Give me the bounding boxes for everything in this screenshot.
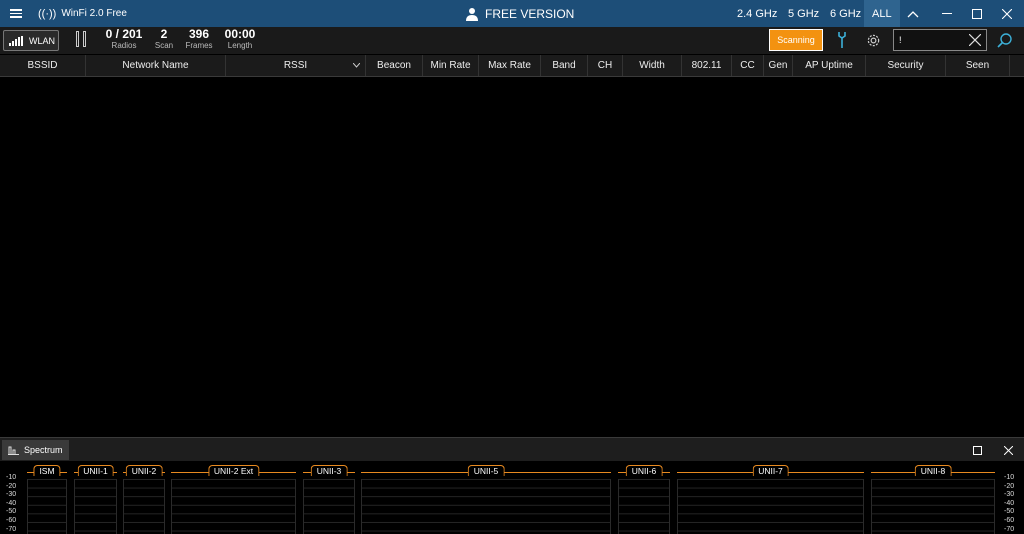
search-button[interactable] xyxy=(996,31,1014,49)
column-band[interactable]: Band xyxy=(541,55,588,76)
band-label: UNII-5 xyxy=(467,465,505,476)
spectrum-band-unii7: UNII-7 xyxy=(677,464,864,534)
collapse-button[interactable] xyxy=(898,0,928,27)
app-title: ((·)) WinFi 2.0 Free xyxy=(38,0,127,27)
maximize-icon xyxy=(972,445,982,455)
band-label: UNII-3 xyxy=(310,465,348,476)
column-width[interactable]: Width xyxy=(623,55,682,76)
spectrum-panel-header: Spectrum xyxy=(0,437,1024,461)
wifi-broadcast-icon: ((·)) xyxy=(38,7,57,20)
column-security[interactable]: Security xyxy=(866,55,946,76)
gear-icon xyxy=(867,34,879,46)
close-button[interactable] xyxy=(992,0,1022,27)
signal-bars-icon xyxy=(9,35,24,46)
band-label: UNII-7 xyxy=(752,465,789,476)
spectrum-tab[interactable]: Spectrum xyxy=(2,440,69,460)
network-table-header: BSSID Network Name RSSI Beacon Min Rate … xyxy=(0,55,1024,77)
settings-button[interactable] xyxy=(864,30,882,50)
spectrum-maximize-button[interactable] xyxy=(964,438,990,462)
band-label: UNII-8 xyxy=(914,465,952,476)
stat-radios: 0 / 201 Radios xyxy=(105,27,143,51)
free-version-label[interactable]: FREE VERSION xyxy=(465,0,574,27)
clear-search-button[interactable] xyxy=(966,31,984,49)
pause-icon[interactable] xyxy=(76,31,86,47)
close-icon xyxy=(1003,445,1013,455)
close-icon xyxy=(1002,8,1012,19)
band-label: UNII-1 xyxy=(77,465,114,476)
band-label: UNII-2 xyxy=(125,465,163,476)
band-filter-all[interactable]: ALL xyxy=(864,0,900,27)
minimize-button[interactable] xyxy=(932,0,962,27)
column-seen[interactable]: Seen xyxy=(946,55,1010,76)
column-network-name[interactable]: Network Name xyxy=(86,55,226,76)
search-icon xyxy=(997,33,1012,48)
column-gen[interactable]: Gen xyxy=(764,55,793,76)
band-label: ISM xyxy=(33,465,61,476)
hamburger-icon xyxy=(10,7,22,20)
user-icon xyxy=(466,7,478,21)
column-channel[interactable]: CH xyxy=(588,55,623,76)
title-bar: ((·)) WinFi 2.0 Free FREE VERSION 2.4 GH… xyxy=(0,0,1024,27)
wlan-adapter-button[interactable]: WLAN xyxy=(3,30,59,51)
spectrum-band-unii2: UNII-2 xyxy=(123,464,165,534)
scanning-button[interactable]: Scanning xyxy=(769,29,823,51)
network-table-body xyxy=(0,77,1024,437)
column-80211[interactable]: 802.11 xyxy=(682,55,732,76)
minimize-icon xyxy=(942,12,952,14)
column-rssi[interactable]: RSSI xyxy=(226,55,366,76)
menu-button[interactable] xyxy=(0,0,32,27)
maximize-button[interactable] xyxy=(962,0,992,27)
spectrum-icon xyxy=(8,446,19,455)
band-filter-5ghz[interactable]: 5 GHz xyxy=(788,0,819,27)
spectrum-band-unii6: UNII-6 xyxy=(618,464,670,534)
band-filter-6ghz[interactable]: 6 GHz xyxy=(830,0,861,27)
wrench-icon xyxy=(838,32,846,48)
clear-icon xyxy=(969,34,981,46)
tools-button[interactable] xyxy=(834,30,850,50)
band-filter-24ghz[interactable]: 2.4 GHz xyxy=(737,0,777,27)
band-label: UNII-2 Ext xyxy=(207,465,260,476)
spectrum-y-axis-right: -10 -20 -30 -40 -50 -60 -70 xyxy=(1004,474,1015,533)
stat-length: 00:00 Length xyxy=(224,27,256,51)
sort-descending-icon xyxy=(353,63,360,68)
spectrum-band-ism: ISM xyxy=(27,464,67,534)
chevron-up-icon xyxy=(907,10,919,17)
maximize-icon xyxy=(972,8,982,19)
spectrum-band-unii8: UNII-8 xyxy=(871,464,995,534)
stat-scan: 2 Scan xyxy=(154,27,174,51)
spectrum-band-unii5: UNII-5 xyxy=(361,464,611,534)
spectrum-y-axis-left: -10 -20 -30 -40 -50 -60 -70 xyxy=(6,474,17,533)
column-ap-uptime[interactable]: AP Uptime xyxy=(793,55,866,76)
band-label: UNII-6 xyxy=(625,465,663,476)
column-max-rate[interactable]: Max Rate xyxy=(479,55,541,76)
stat-frames: 396 Frames xyxy=(185,27,213,51)
spectrum-band-unii3: UNII-3 xyxy=(303,464,355,534)
spectrum-band-unii2-ext: UNII-2 Ext xyxy=(171,464,296,534)
column-cc[interactable]: CC xyxy=(732,55,764,76)
spectrum-close-button[interactable] xyxy=(995,438,1021,462)
spectrum-band-unii1: UNII-1 xyxy=(74,464,117,534)
column-min-rate[interactable]: Min Rate xyxy=(423,55,479,76)
column-beacon[interactable]: Beacon xyxy=(366,55,423,76)
column-bssid[interactable]: BSSID xyxy=(0,55,86,76)
app-name: WinFi 2.0 Free xyxy=(61,8,127,19)
